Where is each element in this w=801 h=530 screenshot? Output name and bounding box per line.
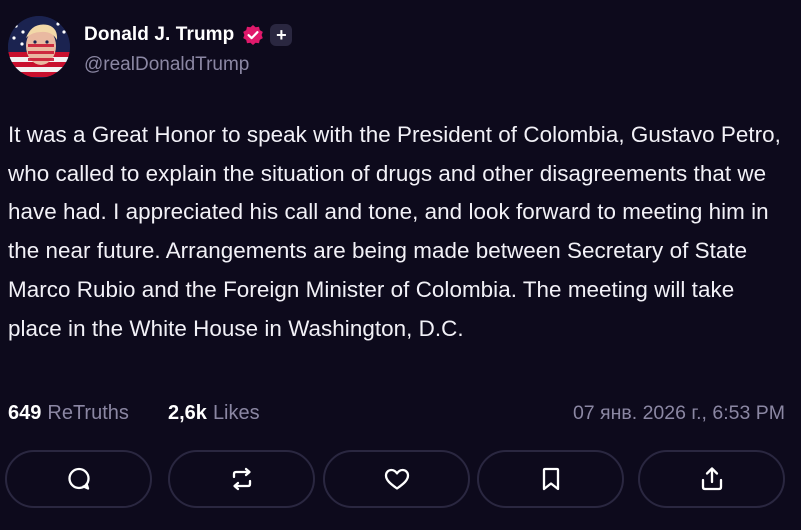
retruths-stat[interactable]: 649 ReTruths (8, 398, 129, 428)
post-stats: 649 ReTruths 2,6k Likes 07 янв. 2026 г., 6… (8, 398, 788, 428)
retruths-label: ReTruths (47, 402, 129, 424)
retruth-button[interactable] (168, 450, 315, 508)
verified-badge-icon (242, 24, 264, 46)
retruth-icon (232, 467, 251, 491)
likes-count: 2,6k (168, 402, 207, 424)
author-display-name[interactable]: Donald J. Trump (84, 24, 234, 46)
likes-label: Likes (212, 402, 260, 424)
bookmark-icon (542, 467, 559, 491)
post-text: It was a Great Honor to speak with the P… (8, 122, 781, 341)
comment-icon (67, 467, 90, 490)
author-name-row: Donald J. Trump + (84, 22, 293, 48)
likes-stat[interactable]: 2,6k Likes (168, 398, 260, 428)
heart-icon (384, 468, 409, 490)
plus-icon: + (270, 24, 293, 46)
retruths-count: 649 (8, 402, 42, 424)
like-button[interactable] (323, 450, 470, 508)
avatar-image (8, 16, 70, 78)
share-button[interactable] (638, 450, 785, 508)
post-timestamp: 07 янв. 2026 г., 6:53 PM (572, 402, 785, 424)
bookmark-button[interactable] (477, 450, 624, 508)
post-header: Donald J. Trump + @realDonaldTrump (8, 14, 788, 80)
share-icon (701, 467, 722, 491)
reply-button[interactable] (5, 450, 152, 508)
author-handle[interactable]: @realDonaldTrump (84, 54, 249, 76)
post-actions-bar (5, 450, 797, 510)
avatar[interactable] (8, 16, 70, 78)
